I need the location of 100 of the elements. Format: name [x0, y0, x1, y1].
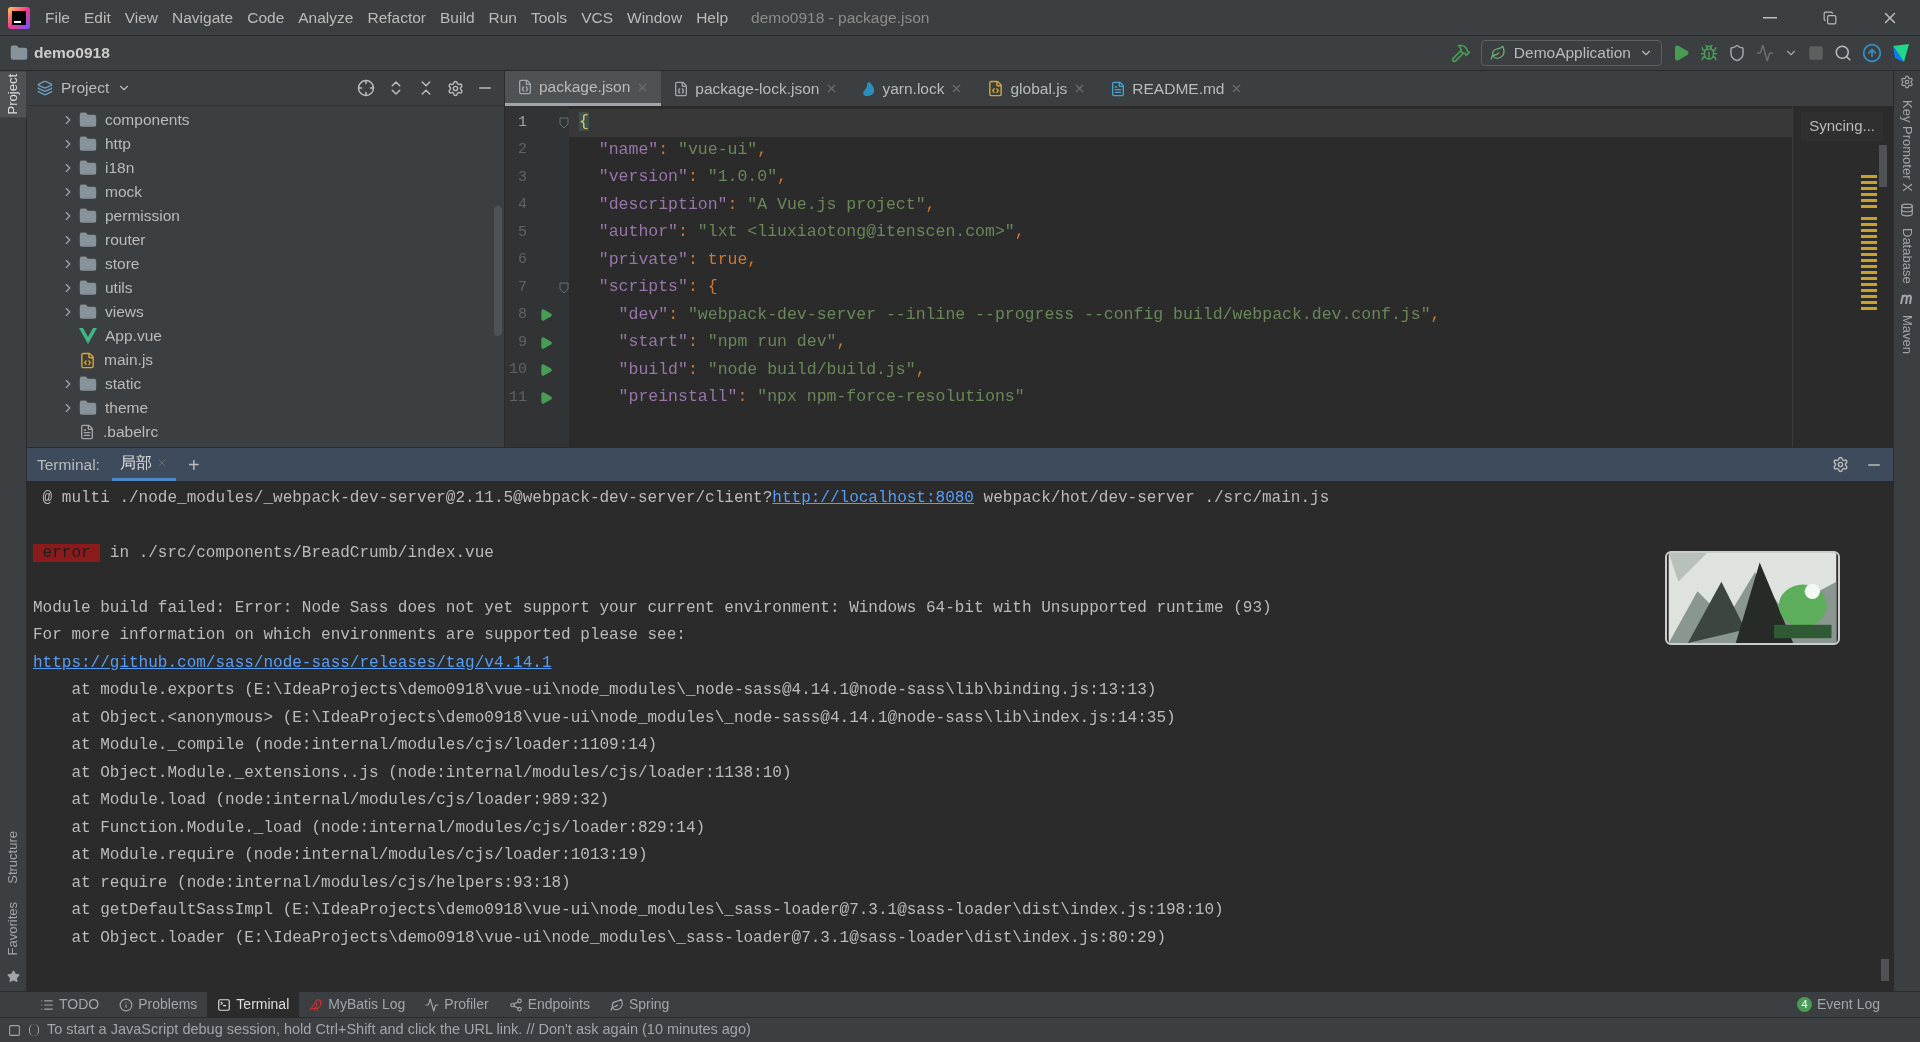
folder-icon — [79, 231, 97, 249]
status-message: To start a JavaScript debug session, hold Ctrl+Shift and click the URL link. // Don't ask again (10 minutes ago) — [47, 1020, 751, 1040]
v-logo-icon — [79, 328, 97, 344]
database-tool-tab[interactable]: Database — [1893, 224, 1920, 287]
terminal-link[interactable]: http://localhost:8080 — [772, 488, 974, 507]
md-file-icon — [1110, 80, 1127, 97]
tool-window-tab[interactable]: Terminal — [207, 991, 300, 1018]
folder-icon — [79, 375, 97, 393]
run-gutter-icon[interactable] — [539, 363, 553, 378]
favorites-tool-tab[interactable]: Favorites — [0, 898, 27, 958]
menu-item[interactable]: Build — [433, 5, 482, 30]
menu-item[interactable]: Analyze — [291, 5, 361, 30]
terminal-line: at Module.require (node:internal/modules/cjs/loader:1013:19) — [70, 845, 648, 867]
tree-item[interactable]: utils — [105, 276, 133, 300]
tree-item[interactable]: views — [105, 300, 144, 324]
run-config-dropdown[interactable]: DemoApplication — [1480, 40, 1662, 66]
terminal-text: webpack/hot/dev-server ./src/main.js — [982, 488, 1330, 507]
plugin-logo-icon[interactable] — [1892, 44, 1910, 62]
tree-item[interactable]: theme — [105, 396, 149, 420]
run-gutter-icon[interactable] — [539, 390, 553, 405]
menu-item[interactable]: Run — [481, 5, 524, 30]
event-log-button[interactable]: 4 Event Log — [1796, 994, 1890, 1015]
project-breadcrumb[interactable]: demo0918 — [34, 41, 110, 65]
tree-item[interactable]: main.js — [104, 348, 154, 372]
menu-item[interactable]: Help — [689, 5, 736, 30]
menu-item[interactable]: Navigate — [165, 5, 241, 30]
tree-item[interactable]: components — [105, 108, 190, 132]
tree-item[interactable]: App.vue — [105, 324, 162, 348]
fold-marker-icon[interactable] — [559, 116, 569, 129]
tree-item[interactable]: router — [105, 228, 146, 252]
settings-icon[interactable] — [447, 79, 464, 97]
terminal-text: in ./src/components/BreadCrumb/index.vue — [108, 543, 494, 562]
maven-tool-tab[interactable]: Maven — [1893, 312, 1920, 358]
run-icon[interactable] — [1672, 44, 1690, 62]
editor-tab[interactable]: package-lock.json — [661, 71, 851, 106]
tool-window-tab[interactable]: Problems — [109, 991, 208, 1018]
tool-window-tab[interactable]: Endpoints — [498, 991, 600, 1018]
panel-toggle-icon[interactable] — [8, 1023, 21, 1037]
tree-item[interactable]: i18n — [105, 156, 135, 180]
code-line: "private": true, — [597, 248, 758, 271]
terminal-line: at Module.load (node:internal/modules/cjs/loader:989:32) — [70, 790, 610, 812]
key-promoter-tool-tab[interactable]: Key Promoter X — [1893, 97, 1920, 195]
tree-item[interactable]: mock — [105, 180, 143, 204]
menu-item[interactable]: VCS — [574, 5, 620, 30]
project-view-icon — [37, 80, 53, 96]
menu-item[interactable]: Refactor — [360, 5, 434, 30]
menu-item[interactable]: Edit — [77, 5, 118, 30]
menu-item[interactable]: View — [117, 5, 166, 30]
tool-window-tab[interactable]: MyBatis Log — [299, 991, 416, 1018]
tool-window-tab[interactable]: Spring — [599, 991, 680, 1018]
tool-window-tab[interactable]: TODO — [30, 991, 110, 1018]
profile-icon[interactable] — [1756, 44, 1774, 62]
json-file-icon — [673, 80, 690, 97]
leaf-icon — [609, 997, 624, 1012]
terminal-link[interactable]: https://github.com/sass/node-sass/releases/tag/v4.14.1 — [33, 653, 552, 672]
run-gutter-icon[interactable] — [539, 335, 553, 350]
editor-scrollbar-thumb[interactable] — [1879, 144, 1887, 187]
tool-window-tab[interactable]: Profiler — [415, 991, 499, 1018]
editor-tab[interactable]: yarn.lock — [850, 71, 976, 106]
error-badge: error — [33, 543, 101, 562]
folder-icon — [79, 303, 97, 321]
app-logo-icon — [8, 6, 30, 29]
tree-item[interactable]: .babelrc — [103, 420, 159, 444]
terminal-line: at Object.<anonymous> (E:\IdeaProjects\demo0918\vue-ui\node_modules\_node-sass@4.14.1@node-sass\lib\index.js:14:35) — [70, 707, 1176, 729]
build-hammer-icon[interactable] — [1450, 43, 1471, 63]
coverage-shield-icon[interactable] — [1728, 44, 1746, 62]
editor-tab[interactable]: global.js — [975, 71, 1099, 106]
window-title: demo0918 - package.json — [751, 7, 930, 28]
terminal-line: at module.exports (E:\IdeaProjects\demo0918\vue-ui\node_modules\_node-sass@4.14.1@node-sass\lib\binding.js:13:13) — [70, 680, 1157, 702]
terminal-line: Module build failed: Error: Node Sass does not yet support your current environment: Windows 64-bit with Unsupported runtime (93) — [33, 597, 1272, 619]
project-view-dropdown[interactable]: Project — [61, 76, 132, 100]
menu-item[interactable]: File — [38, 5, 77, 30]
minimize-icon — [1763, 16, 1777, 19]
folder-icon — [79, 399, 97, 417]
editor-tab[interactable]: README.md — [1098, 71, 1256, 106]
debug-bug-icon[interactable] — [1700, 44, 1718, 62]
structure-tool-tab[interactable]: Structure — [0, 827, 27, 887]
tree-item[interactable]: permission — [105, 204, 180, 228]
star-icon — [6, 970, 20, 983]
bird-icon — [309, 997, 324, 1012]
folder-icon — [79, 255, 97, 273]
terminal-line: at Module._compile (node:internal/modules/cjs/loader:1109:14) — [70, 735, 658, 757]
locate-icon[interactable] — [357, 79, 375, 97]
list-icon — [40, 997, 54, 1012]
menu-item[interactable]: Code — [240, 5, 292, 30]
tree-item[interactable]: store — [105, 252, 140, 276]
fold-marker-icon[interactable] — [559, 281, 569, 294]
menu-item[interactable]: Window — [620, 5, 690, 30]
search-icon[interactable] — [1834, 44, 1852, 62]
tree-item[interactable]: static — [105, 372, 142, 396]
settings-icon[interactable] — [1832, 456, 1849, 473]
terminal-scrollbar-thumb[interactable] — [1881, 959, 1889, 981]
tree-item[interactable]: http — [105, 132, 131, 156]
editor-tab[interactable]: package.json — [505, 71, 662, 106]
new-terminal-button[interactable]: + — [187, 449, 200, 480]
project-tool-tab[interactable]: Project — [0, 71, 27, 118]
code-line: "start": "npm run dev", — [617, 331, 847, 354]
menu-item[interactable]: Tools — [523, 5, 575, 30]
run-gutter-icon[interactable] — [539, 308, 553, 323]
profiler-icon — [425, 997, 440, 1012]
